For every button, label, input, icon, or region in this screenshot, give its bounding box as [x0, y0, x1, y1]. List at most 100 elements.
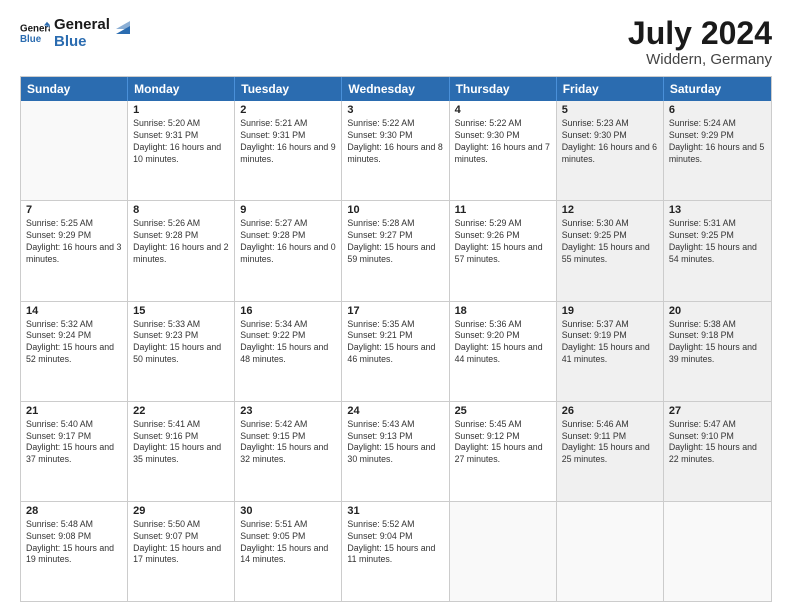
- header-tuesday: Tuesday: [235, 77, 342, 101]
- header-friday: Friday: [557, 77, 664, 101]
- cell-info: Sunrise: 5:24 AM Sunset: 9:29 PM Dayligh…: [669, 118, 766, 166]
- cell-info: Sunrise: 5:43 AM Sunset: 9:13 PM Dayligh…: [347, 419, 443, 467]
- location: Widdern, Germany: [628, 51, 772, 68]
- cell-info: Sunrise: 5:38 AM Sunset: 9:18 PM Dayligh…: [669, 319, 766, 367]
- logo: General Blue General Blue: [20, 16, 134, 51]
- table-row: 13Sunrise: 5:31 AM Sunset: 9:25 PM Dayli…: [664, 201, 771, 300]
- cell-info: Sunrise: 5:45 AM Sunset: 9:12 PM Dayligh…: [455, 419, 551, 467]
- cell-info: Sunrise: 5:42 AM Sunset: 9:15 PM Dayligh…: [240, 419, 336, 467]
- page: General Blue General Blue July 2024 Widd…: [0, 0, 792, 612]
- day-number: 11: [455, 204, 551, 216]
- day-number: 15: [133, 305, 229, 317]
- table-row: [557, 502, 664, 601]
- cell-info: Sunrise: 5:32 AM Sunset: 9:24 PM Dayligh…: [26, 319, 122, 367]
- day-number: 6: [669, 104, 766, 116]
- table-row: 10Sunrise: 5:28 AM Sunset: 9:27 PM Dayli…: [342, 201, 449, 300]
- logo-icon: General Blue: [20, 18, 50, 48]
- calendar-row: 1 Sunrise: 5:20 AM Sunset: 9:31 PM Daylig…: [21, 101, 771, 201]
- table-row: [450, 502, 557, 601]
- day-number: 19: [562, 305, 658, 317]
- table-row: 27 Sunrise: 5:47 AM Sunset: 9:10 PM Dayli…: [664, 402, 771, 501]
- header: General Blue General Blue July 2024 Widd…: [20, 16, 772, 68]
- table-row: [21, 101, 128, 200]
- header-sunday: Sunday: [21, 77, 128, 101]
- header-saturday: Saturday: [664, 77, 771, 101]
- cell-info: Sunrise: 5:22 AM Sunset: 9:30 PM Dayligh…: [347, 118, 443, 166]
- day-number: 17: [347, 305, 443, 317]
- day-number: 26: [562, 405, 658, 417]
- day-number: 12: [562, 204, 658, 216]
- cell-info: Sunrise: 5:27 AM Sunset: 9:28 PM Dayligh…: [240, 218, 336, 266]
- table-row: 18 Sunrise: 5:36 AM Sunset: 9:20 PM Dayli…: [450, 302, 557, 401]
- table-row: 5 Sunrise: 5:23 AM Sunset: 9:30 PM Daylig…: [557, 101, 664, 200]
- header-thursday: Thursday: [450, 77, 557, 101]
- cell-info: Sunrise: 5:50 AM Sunset: 9:07 PM Dayligh…: [133, 519, 229, 567]
- day-number: 25: [455, 405, 551, 417]
- table-row: [664, 502, 771, 601]
- day-number: 29: [133, 505, 229, 517]
- header-wednesday: Wednesday: [342, 77, 449, 101]
- table-row: 9Sunrise: 5:27 AM Sunset: 9:28 PM Daylig…: [235, 201, 342, 300]
- cell-info: Sunrise: 5:29 AM Sunset: 9:26 PM Dayligh…: [455, 218, 551, 266]
- table-row: 6 Sunrise: 5:24 AM Sunset: 9:29 PM Daylig…: [664, 101, 771, 200]
- cell-info: Sunrise: 5:35 AM Sunset: 9:21 PM Dayligh…: [347, 319, 443, 367]
- table-row: 26 Sunrise: 5:46 AM Sunset: 9:11 PM Dayli…: [557, 402, 664, 501]
- cell-info: Sunrise: 5:36 AM Sunset: 9:20 PM Dayligh…: [455, 319, 551, 367]
- table-row: 3 Sunrise: 5:22 AM Sunset: 9:30 PM Daylig…: [342, 101, 449, 200]
- day-number: 30: [240, 505, 336, 517]
- cell-info: Sunrise: 5:21 AM Sunset: 9:31 PM Dayligh…: [240, 118, 336, 166]
- table-row: 17 Sunrise: 5:35 AM Sunset: 9:21 PM Dayli…: [342, 302, 449, 401]
- cell-info: Sunrise: 5:26 AM Sunset: 9:28 PM Dayligh…: [133, 218, 229, 266]
- day-number: 24: [347, 405, 443, 417]
- month-title: July 2024: [628, 16, 772, 51]
- table-row: 23Sunrise: 5:42 AM Sunset: 9:15 PM Dayli…: [235, 402, 342, 501]
- table-row: 21Sunrise: 5:40 AM Sunset: 9:17 PM Dayli…: [21, 402, 128, 501]
- cell-info: Sunrise: 5:46 AM Sunset: 9:11 PM Dayligh…: [562, 419, 658, 467]
- day-number: 13: [669, 204, 766, 216]
- table-row: 15Sunrise: 5:33 AM Sunset: 9:23 PM Dayli…: [128, 302, 235, 401]
- table-row: 29 Sunrise: 5:50 AM Sunset: 9:07 PM Dayli…: [128, 502, 235, 601]
- cell-info: Sunrise: 5:22 AM Sunset: 9:30 PM Dayligh…: [455, 118, 551, 166]
- table-row: 25 Sunrise: 5:45 AM Sunset: 9:12 PM Dayli…: [450, 402, 557, 501]
- day-number: 31: [347, 505, 443, 517]
- cell-info: Sunrise: 5:20 AM Sunset: 9:31 PM Dayligh…: [133, 118, 229, 166]
- cell-info: Sunrise: 5:34 AM Sunset: 9:22 PM Dayligh…: [240, 319, 336, 367]
- day-number: 1: [133, 104, 229, 116]
- calendar: Sunday Monday Tuesday Wednesday Thursday…: [20, 76, 772, 602]
- cell-info: Sunrise: 5:28 AM Sunset: 9:27 PM Dayligh…: [347, 218, 443, 266]
- cell-info: Sunrise: 5:23 AM Sunset: 9:30 PM Dayligh…: [562, 118, 658, 166]
- calendar-body: 1 Sunrise: 5:20 AM Sunset: 9:31 PM Daylig…: [21, 101, 771, 601]
- cell-info: Sunrise: 5:25 AM Sunset: 9:29 PM Dayligh…: [26, 218, 122, 266]
- table-row: 4 Sunrise: 5:22 AM Sunset: 9:30 PM Daylig…: [450, 101, 557, 200]
- day-number: 28: [26, 505, 122, 517]
- cell-info: Sunrise: 5:48 AM Sunset: 9:08 PM Dayligh…: [26, 519, 122, 567]
- day-number: 8: [133, 204, 229, 216]
- day-number: 4: [455, 104, 551, 116]
- day-number: 27: [669, 405, 766, 417]
- table-row: 7 Sunrise: 5:25 AM Sunset: 9:29 PM Daylig…: [21, 201, 128, 300]
- calendar-row: 21Sunrise: 5:40 AM Sunset: 9:17 PM Dayli…: [21, 402, 771, 502]
- day-number: 5: [562, 104, 658, 116]
- cell-info: Sunrise: 5:37 AM Sunset: 9:19 PM Dayligh…: [562, 319, 658, 367]
- table-row: 14 Sunrise: 5:32 AM Sunset: 9:24 PM Dayli…: [21, 302, 128, 401]
- logo-general: General: [54, 16, 110, 33]
- table-row: 11 Sunrise: 5:29 AM Sunset: 9:26 PM Dayli…: [450, 201, 557, 300]
- title-block: July 2024 Widdern, Germany: [628, 16, 772, 68]
- table-row: 1 Sunrise: 5:20 AM Sunset: 9:31 PM Daylig…: [128, 101, 235, 200]
- day-number: 3: [347, 104, 443, 116]
- day-number: 21: [26, 405, 122, 417]
- logo-arrow-icon: [112, 18, 134, 40]
- calendar-row: 14 Sunrise: 5:32 AM Sunset: 9:24 PM Dayli…: [21, 302, 771, 402]
- cell-info: Sunrise: 5:41 AM Sunset: 9:16 PM Dayligh…: [133, 419, 229, 467]
- day-number: 18: [455, 305, 551, 317]
- cell-info: Sunrise: 5:52 AM Sunset: 9:04 PM Dayligh…: [347, 519, 443, 567]
- cell-info: Sunrise: 5:51 AM Sunset: 9:05 PM Dayligh…: [240, 519, 336, 567]
- calendar-header: Sunday Monday Tuesday Wednesday Thursday…: [21, 77, 771, 101]
- table-row: 30 Sunrise: 5:51 AM Sunset: 9:05 PM Dayli…: [235, 502, 342, 601]
- day-number: 7: [26, 204, 122, 216]
- day-number: 2: [240, 104, 336, 116]
- day-number: 14: [26, 305, 122, 317]
- cell-info: Sunrise: 5:47 AM Sunset: 9:10 PM Dayligh…: [669, 419, 766, 467]
- table-row: 22Sunrise: 5:41 AM Sunset: 9:16 PM Dayli…: [128, 402, 235, 501]
- table-row: 8 Sunrise: 5:26 AM Sunset: 9:28 PM Daylig…: [128, 201, 235, 300]
